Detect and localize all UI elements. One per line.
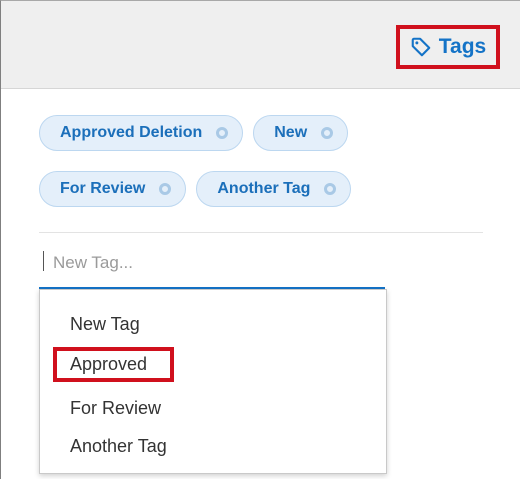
new-tag-field: [39, 241, 385, 289]
tag-chip-label: Approved Deletion: [60, 124, 203, 141]
tag-chip-for-review: For Review: [39, 171, 187, 207]
tag-row: Approved Deletion New: [39, 115, 349, 151]
tags-button-label: Tags: [438, 35, 487, 58]
text-caret: [43, 251, 44, 271]
highlight-box: [53, 347, 174, 382]
tag-chip-label: Another Tag: [217, 180, 311, 197]
remove-tag-icon[interactable]: [324, 183, 337, 195]
tag-chip-another-tag: Another Tag: [196, 171, 352, 207]
tags-panel: Approved Deletion New For Review Another…: [1, 89, 520, 479]
remove-tag-icon[interactable]: [216, 127, 229, 139]
tag-chip-label: New: [274, 124, 308, 141]
suggestion-another-tag[interactable]: Another Tag: [70, 436, 167, 457]
suggestion-for-review[interactable]: For Review: [70, 398, 161, 419]
new-tag-input[interactable]: [51, 245, 375, 281]
toolbar: Tags: [1, 1, 520, 89]
tag-chip-approved-deletion: Approved Deletion: [39, 115, 244, 151]
tag-row: For Review Another Tag: [39, 171, 352, 207]
tag-icon: [410, 36, 432, 58]
suggestion-new-tag[interactable]: New Tag: [70, 314, 140, 335]
tag-chip-label: For Review: [60, 180, 146, 197]
tag-suggestions-dropdown: New Tag Approved For Review Another Tag: [39, 289, 387, 474]
remove-tag-icon[interactable]: [321, 127, 334, 139]
tags-button[interactable]: Tags: [396, 25, 500, 69]
divider: [39, 232, 483, 233]
tags-panel-window: Tags Approved Deletion New For Review An…: [0, 0, 520, 479]
remove-tag-icon[interactable]: [159, 183, 172, 195]
tag-chip-new: New: [253, 115, 349, 151]
